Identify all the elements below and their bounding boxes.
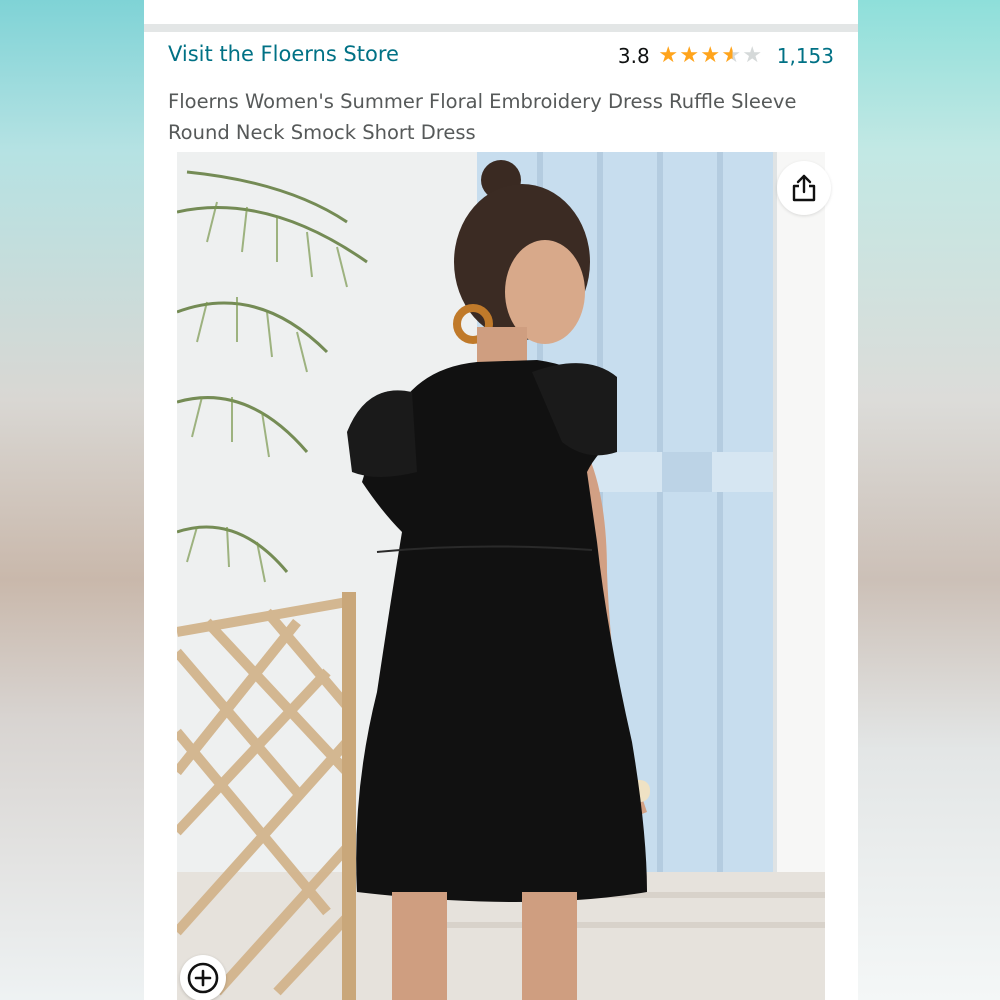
star-icon: ★ [679, 43, 700, 68]
star-icon: ★ [742, 43, 763, 68]
product-image-area[interactable] [144, 152, 858, 1000]
top-strip [144, 0, 858, 24]
background-left [0, 0, 144, 1000]
store-link[interactable]: Visit the Floerns Store [168, 42, 399, 66]
review-count-link[interactable]: 1,153 [777, 44, 834, 68]
star-icon: ★ [700, 43, 721, 68]
section-divider [144, 24, 858, 32]
product-title: Floerns Women's Summer Floral Embroidery… [168, 90, 797, 144]
star-icon: ★ [658, 43, 679, 68]
product-image[interactable] [177, 152, 825, 1000]
rating-summary[interactable]: 3.8 ★ ★ ★ ★ ★ 1,153 [618, 42, 834, 70]
store-rating-row: Visit the Floerns Store 3.8 ★ ★ ★ ★ ★ 1,… [168, 38, 834, 74]
share-button[interactable] [777, 161, 831, 215]
star-icon: ★ [721, 43, 742, 68]
zoom-plus-icon [187, 962, 219, 994]
rating-value: 3.8 [617, 44, 650, 68]
star-rating: ★ ★ ★ ★ ★ [658, 45, 763, 67]
background-right [856, 0, 1000, 1000]
zoom-button[interactable] [180, 955, 226, 1000]
product-page: Visit the Floerns Store 3.8 ★ ★ ★ ★ ★ 1,… [144, 0, 858, 1000]
share-icon [792, 174, 816, 202]
